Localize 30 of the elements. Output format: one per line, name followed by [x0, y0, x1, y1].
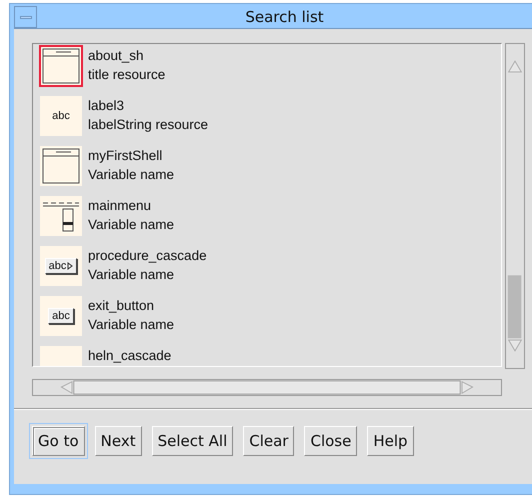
window-icon[interactable]	[40, 46, 82, 86]
item-name[interactable]: myFirstShell	[88, 146, 174, 165]
horizontal-scrollbar[interactable]	[32, 379, 502, 396]
item-name[interactable]: heln_cascade	[88, 346, 172, 365]
item-description: Variable name	[88, 266, 176, 284]
window-menu-button[interactable]	[14, 6, 37, 28]
item-description: Variable name	[88, 316, 174, 334]
menu-icon[interactable]	[40, 196, 82, 236]
dialog-button[interactable]: Select All	[152, 426, 234, 456]
dialog-button[interactable]: Go to	[32, 426, 85, 456]
item-name[interactable]: about_sh	[88, 46, 166, 65]
item-name[interactable]: label3	[88, 96, 208, 115]
item-name[interactable]: mainmenu	[88, 196, 174, 215]
vertical-scrollbar[interactable]	[505, 43, 525, 369]
window-icon[interactable]	[40, 146, 82, 186]
text-label-icon[interactable]: abc	[40, 96, 82, 136]
dialog-button[interactable]: Next	[94, 426, 142, 456]
item-description: Variable name	[88, 166, 174, 184]
dialog-button[interactable]: Clear	[243, 426, 294, 456]
push-button-icon[interactable]: abc	[40, 296, 82, 336]
icon-tile[interactable]	[40, 346, 82, 366]
window-title: Search list	[244, 7, 325, 28]
item-name[interactable]: exit_button	[88, 296, 174, 315]
cascade-button-icon[interactable]: abc	[40, 246, 82, 286]
item-name[interactable]: procedure_cascade	[88, 246, 207, 265]
item-description: labelString resource	[88, 116, 208, 134]
item-description: title resource	[88, 66, 166, 84]
dialog-button[interactable]: Close	[304, 426, 358, 456]
item-description: Variable name	[88, 216, 174, 234]
dialog-button[interactable]: Help	[367, 426, 414, 456]
